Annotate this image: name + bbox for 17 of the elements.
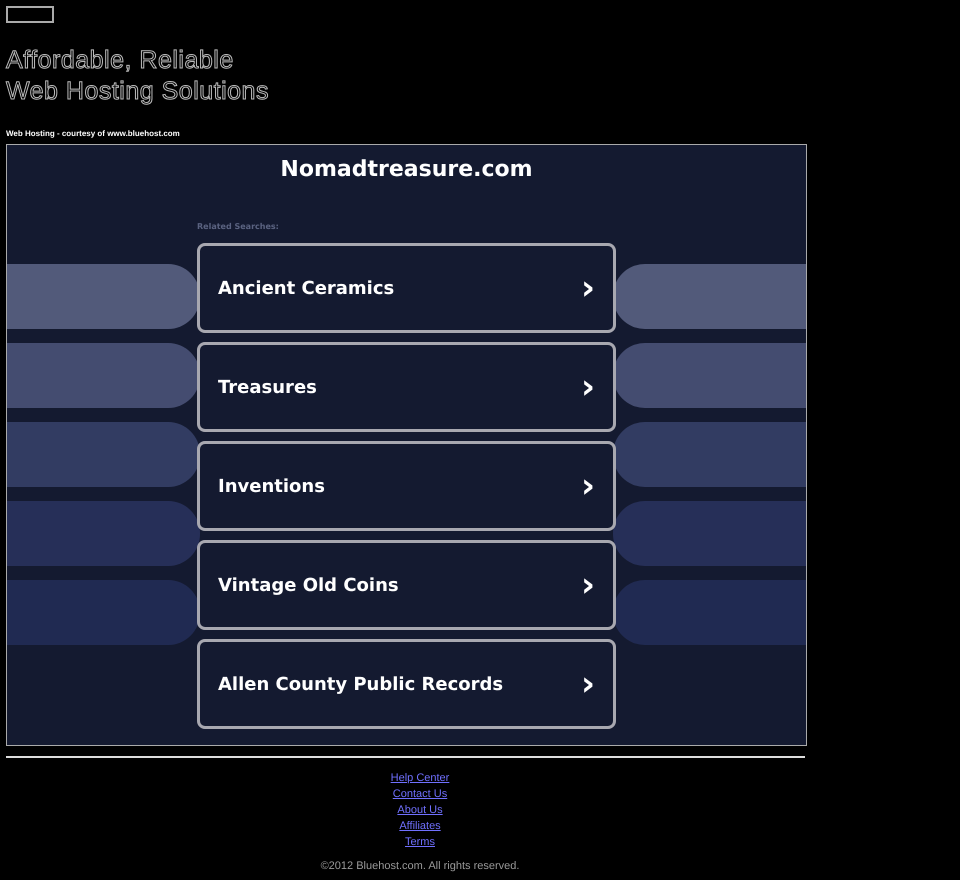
headline-text: Web Hosting Solutions bbox=[6, 76, 270, 107]
footer-link[interactable]: About Us bbox=[397, 802, 443, 818]
blank-frame bbox=[6, 6, 54, 23]
related-searches-label: Related Searches: bbox=[197, 222, 280, 231]
footer-link[interactable]: Terms bbox=[405, 834, 435, 850]
related-search-link[interactable]: Treasures › bbox=[197, 342, 616, 432]
courtesy-text: Web Hosting - courtesy of www.bluehost.com bbox=[6, 129, 181, 138]
copyright-text: ©2012 Bluehost.com. All rights reserved. bbox=[320, 860, 520, 872]
related-search-link[interactable]: Allen County Public Records › bbox=[197, 639, 616, 729]
footer-link[interactable]: Contact Us bbox=[392, 786, 448, 802]
related-search-link[interactable]: Vintage Old Coins › bbox=[197, 540, 616, 630]
domain-title: Nomadtreasure.com bbox=[280, 157, 533, 182]
related-search-link[interactable]: Ancient Ceramics › bbox=[197, 243, 616, 333]
headline-text: Affordable, Reliable bbox=[6, 45, 235, 76]
footer-link[interactable]: Help Center bbox=[390, 770, 450, 786]
footer-link[interactable]: Affiliates bbox=[399, 818, 441, 834]
related-search-link[interactable]: Inventions › bbox=[197, 441, 616, 531]
